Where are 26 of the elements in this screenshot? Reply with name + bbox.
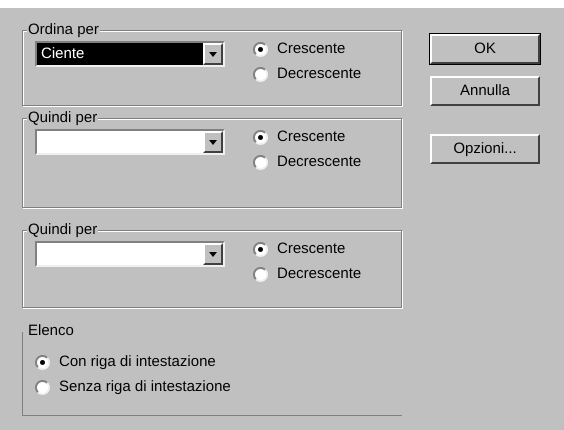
dropdown-value: Ciente xyxy=(37,43,203,65)
dropdown[interactable] xyxy=(35,241,225,267)
radio-label: Decrescente xyxy=(277,64,362,84)
group-title: Quindi per xyxy=(27,221,98,239)
dialog-button[interactable]: OK xyxy=(430,34,540,64)
radio-button[interactable] xyxy=(253,130,268,145)
dialog-button[interactable]: Annulla xyxy=(430,76,540,106)
radio-button[interactable] xyxy=(35,380,50,395)
radio-button[interactable] xyxy=(35,355,50,370)
radio-label: Crescente xyxy=(277,39,346,60)
dropdown[interactable]: Ciente xyxy=(35,41,225,67)
radio-button[interactable] xyxy=(253,155,268,170)
radio-label: Decrescente xyxy=(277,152,362,172)
radio-label: Crescente xyxy=(277,239,346,260)
radio-label: Decrescente xyxy=(277,264,362,284)
radio-button[interactable] xyxy=(253,67,268,82)
radio-button[interactable] xyxy=(253,242,268,257)
radio-label: Con riga di intestazione xyxy=(59,352,216,372)
dropdown[interactable] xyxy=(35,129,225,155)
dialog-button[interactable]: Opzioni... xyxy=(430,134,540,164)
radio-label: Senza riga di intestazione xyxy=(59,377,231,398)
radio-label: Crescente xyxy=(277,127,346,148)
group-title: Ordina per xyxy=(27,21,100,39)
radio-button[interactable] xyxy=(253,267,268,282)
radio-button[interactable] xyxy=(253,42,268,57)
group-title: Quindi per xyxy=(27,109,98,127)
